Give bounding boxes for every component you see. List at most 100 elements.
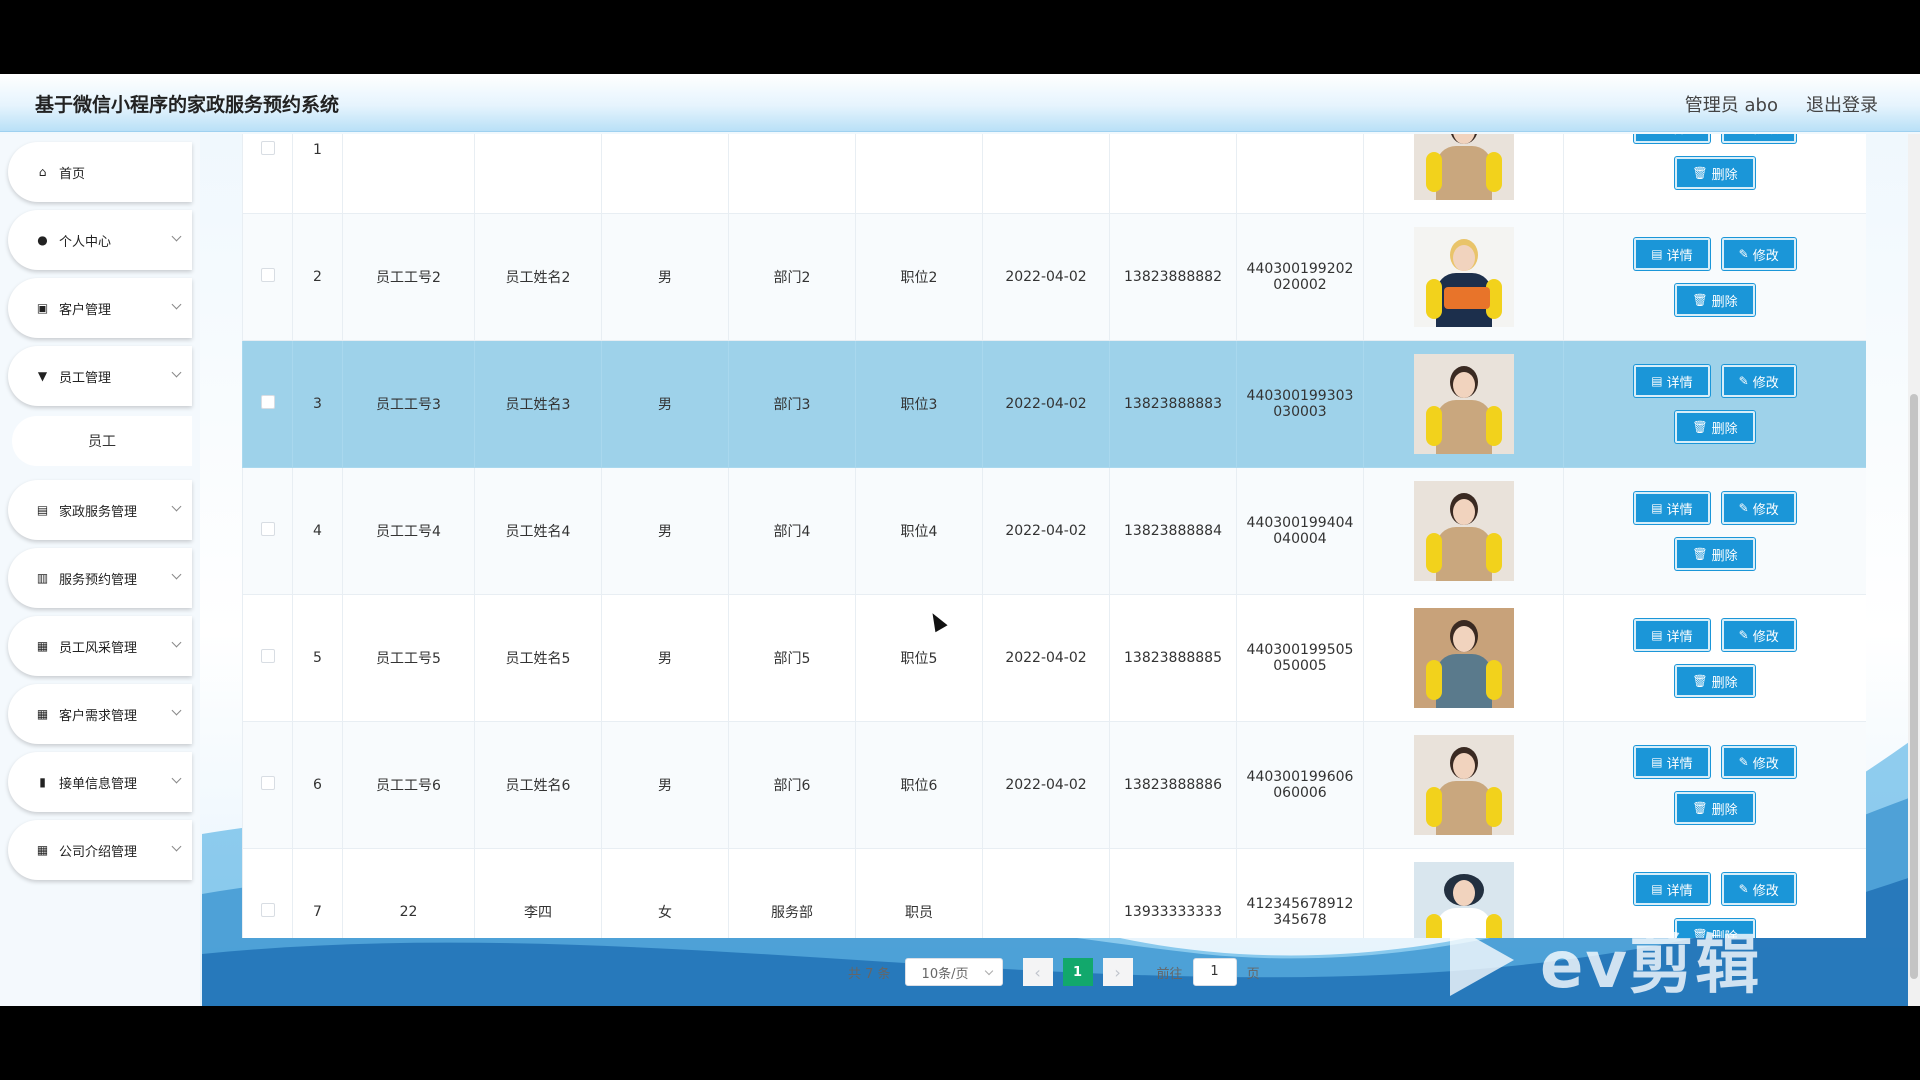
detail-label: 详情 [1666, 756, 1693, 772]
row-checkbox[interactable] [260, 649, 275, 663]
sidebar-item-employee-management[interactable]: ▼ 员工管理 [8, 346, 192, 406]
phone-cell-text: 13823888886 [1124, 777, 1222, 793]
admin-user-label[interactable]: 管理员 abo [1685, 91, 1778, 117]
table-row[interactable]: 1 ▤详情 ✎修改 🗑删除 [242, 134, 1866, 214]
document-icon: ▤ [1651, 882, 1663, 896]
employee-photo[interactable] [1413, 608, 1514, 708]
detail-button[interactable]: ▤详情 [1634, 134, 1710, 143]
detail-button[interactable]: ▤详情 [1634, 746, 1710, 778]
department-cell [728, 134, 856, 214]
table-row[interactable]: 2 员工工号2 员工姓名2 男 部门2 职位2 2022-04-02 13823888882 4… [242, 213, 1866, 341]
sidebar-item-housekeeping-service[interactable]: ▤ 家政服务管理 [8, 480, 192, 540]
main-content: 1 ▤详情 ✎修改 🗑删除 2员工工号2员工姓名2男部门2职位22022-04-… [202, 134, 1920, 1006]
scrollbar-thumb[interactable] [1910, 394, 1918, 979]
edit-button[interactable]: ✎修改 [1721, 492, 1796, 524]
id-number-cell: 440300199505 050005 [1236, 594, 1364, 722]
row-index: 1 [313, 142, 322, 158]
edit-label: 修改 [1752, 883, 1779, 899]
sidebar-item-home[interactable]: ⌂ 首页 [8, 142, 192, 202]
index-cell: 5 [292, 594, 343, 722]
table-row[interactable]: 6 员工工号6 员工姓名6 男 部门6 职位6 2022-04-02 13823888886 4… [242, 721, 1866, 849]
edit-label: 修改 [1752, 248, 1779, 264]
delete-button[interactable]: 🗑 删除 [1675, 665, 1755, 697]
department-cell-text: 部门2 [773, 270, 811, 286]
sidebar-subitem-employee[interactable]: 员工 [12, 416, 192, 466]
edit-button[interactable]: ✎修改 [1721, 134, 1796, 143]
checkbox-cell [242, 721, 293, 849]
detail-label: 详情 [1666, 375, 1693, 391]
detail-button[interactable]: ▤详情 [1634, 492, 1710, 524]
employee-name-cell-text: 李四 [524, 905, 552, 921]
sidebar-item-customer-management[interactable]: ▣ 客户管理 [8, 278, 192, 338]
chevron-down-icon [171, 637, 182, 648]
next-page-button[interactable]: › [1102, 958, 1133, 986]
employee-name-cell-text: 员工姓名4 [505, 524, 571, 540]
employee-name-cell: 李四 [474, 848, 602, 938]
delete-button[interactable]: 🗑 删除 [1675, 284, 1755, 316]
index-cell: 2 [292, 213, 343, 341]
detail-button[interactable]: ▤详情 [1634, 873, 1710, 905]
department-cell: 部门4 [728, 467, 856, 595]
row-checkbox[interactable] [260, 776, 275, 790]
page-size-select[interactable]: 10条/页 [904, 958, 1003, 986]
phone-cell-text: 13823888885 [1124, 650, 1222, 666]
employee-photo[interactable] [1413, 227, 1514, 327]
sidebar-item-customer-demand[interactable]: ▦ 客户需求管理 [8, 684, 192, 744]
header-actions: 管理员 abo 退出登录 [1685, 91, 1878, 117]
delete-button[interactable]: 🗑 删除 [1675, 157, 1755, 189]
home-icon: ⌂ [38, 165, 47, 179]
row-checkbox[interactable] [260, 522, 275, 536]
position-cell-text: 职位6 [900, 778, 938, 794]
goto-page-input[interactable]: 1 [1192, 958, 1237, 986]
actions-cell: ▤详情 ✎修改 🗑删除 [1563, 213, 1866, 341]
position-cell-text: 职员 [905, 905, 933, 921]
sidebar-subitem-label: 员工 [88, 434, 116, 450]
prev-page-button[interactable]: ‹ [1022, 958, 1053, 986]
user-icon: ● [37, 233, 48, 247]
edit-button[interactable]: ✎修改 [1721, 619, 1796, 651]
detail-button[interactable]: ▤详情 [1634, 619, 1710, 651]
edit-button[interactable]: ✎修改 [1721, 365, 1796, 397]
date-cell: 2022-04-02 [982, 213, 1110, 341]
delete-button[interactable]: 🗑 删除 [1675, 792, 1755, 824]
sidebar-item-label: 员工风采管理 [59, 640, 138, 656]
row-checkbox[interactable] [260, 903, 275, 917]
employee-name-cell-text: 员工姓名3 [505, 397, 571, 413]
sidebar-item-service-booking[interactable]: ▥ 服务预约管理 [8, 548, 192, 608]
detail-button[interactable]: ▤详情 [1634, 365, 1710, 397]
sidebar-item-employee-showcase[interactable]: ▦ 员工风采管理 [8, 616, 192, 676]
employee-name-cell: 员工姓名5 [474, 594, 602, 722]
phone-cell-text: 13823888884 [1124, 523, 1222, 539]
table-row[interactable]: 5 员工工号5 员工姓名5 男 部门5 职位5 2022-04-02 13823888885 4… [242, 594, 1866, 722]
page-number-1[interactable]: 1 [1062, 958, 1093, 986]
page-scrollbar[interactable] [1908, 134, 1920, 1006]
date-cell [982, 848, 1110, 938]
phone-cell: 13823888884 [1109, 467, 1237, 595]
row-checkbox[interactable] [260, 141, 275, 155]
delete-button[interactable]: 🗑 删除 [1675, 411, 1755, 443]
row-checkbox[interactable] [260, 268, 275, 282]
employee-photo[interactable] [1413, 134, 1514, 200]
employee-photo[interactable] [1413, 354, 1514, 454]
edit-button[interactable]: ✎修改 [1721, 746, 1796, 778]
detail-button[interactable]: ▤详情 [1634, 238, 1710, 270]
phone-cell-text: 13823888883 [1124, 396, 1222, 412]
edit-button[interactable]: ✎修改 [1721, 238, 1796, 270]
edit-button[interactable]: ✎修改 [1721, 873, 1796, 905]
sidebar-item-company-intro[interactable]: ▦ 公司介绍管理 [8, 820, 192, 880]
sidebar-item-personal-center[interactable]: ● 个人中心 [8, 210, 192, 270]
gender-cell: 女 [601, 848, 729, 938]
sidebar-item-order-info[interactable]: ▮ 接单信息管理 [8, 752, 192, 812]
position-cell: 职位3 [855, 340, 983, 468]
row-checkbox[interactable] [260, 395, 275, 409]
table-row[interactable]: 4 员工工号4 员工姓名4 男 部门4 职位4 2022-04-02 13823888884 4… [242, 467, 1866, 595]
employee-photo[interactable] [1413, 735, 1514, 835]
table-row[interactable]: 3 员工工号3 员工姓名3 男 部门3 职位3 2022-04-02 13823888883 4… [242, 340, 1866, 468]
employee-photo[interactable] [1413, 481, 1514, 581]
gender-cell: 男 [601, 467, 729, 595]
delete-button[interactable]: 🗑 删除 [1675, 538, 1755, 570]
logout-link[interactable]: 退出登录 [1806, 91, 1878, 117]
chevron-down-icon [171, 299, 182, 310]
position-cell-text: 职位5 [900, 651, 938, 667]
id-number-line1: 440300199303 [1246, 388, 1354, 404]
